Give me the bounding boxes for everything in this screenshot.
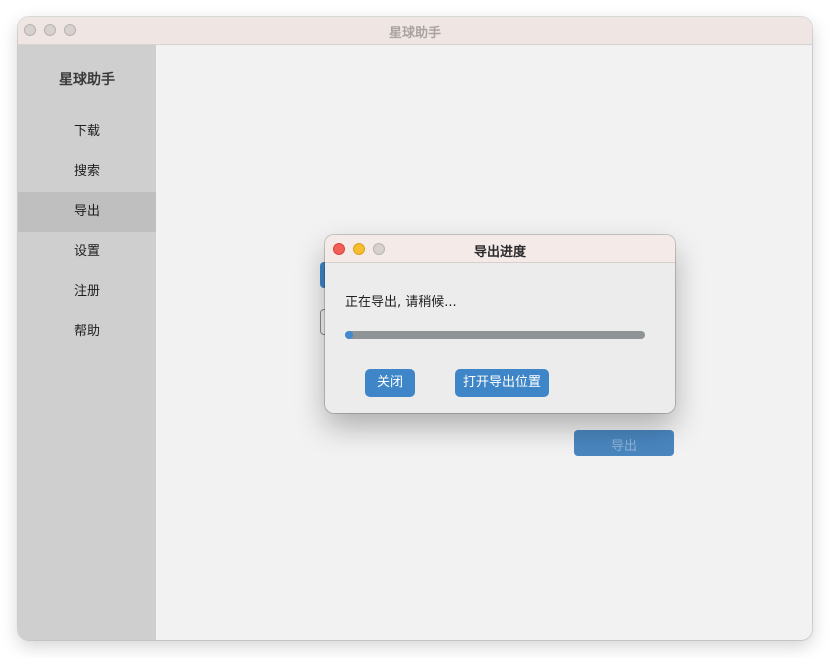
- sidebar-item-register[interactable]: 注册: [18, 272, 156, 312]
- sidebar-app-title: 星球助手: [59, 72, 115, 88]
- export-progress-bar: [345, 331, 645, 339]
- export-progress-fill: [345, 331, 354, 339]
- dialog-title: 导出进度: [473, 245, 526, 260]
- sidebar-item-download[interactable]: 下载: [18, 112, 156, 152]
- export-button[interactable]: 导出: [574, 430, 674, 456]
- close-button[interactable]: 关闭: [365, 369, 415, 397]
- open-export-location-button[interactable]: 打开导出位置: [455, 369, 549, 397]
- sidebar-item-help[interactable]: 帮助: [18, 312, 156, 352]
- export-progress-dialog: 导出进度 正在导出, 请稍候... 关闭 打开导出位置: [325, 235, 675, 413]
- window-titlebar[interactable]: 星球助手: [18, 17, 812, 45]
- sidebar-item-export[interactable]: 导出: [18, 192, 156, 232]
- export-status-message: 正在导出, 请稍候...: [345, 295, 457, 310]
- sidebar-item-settings[interactable]: 设置: [18, 232, 156, 272]
- sidebar-item-search[interactable]: 搜索: [18, 152, 156, 192]
- dialog-titlebar[interactable]: 导出进度: [325, 235, 675, 263]
- sidebar: 星球助手 下载 搜索 导出 设置 注册 帮助: [18, 45, 156, 640]
- window-title: 星球助手: [388, 26, 441, 41]
